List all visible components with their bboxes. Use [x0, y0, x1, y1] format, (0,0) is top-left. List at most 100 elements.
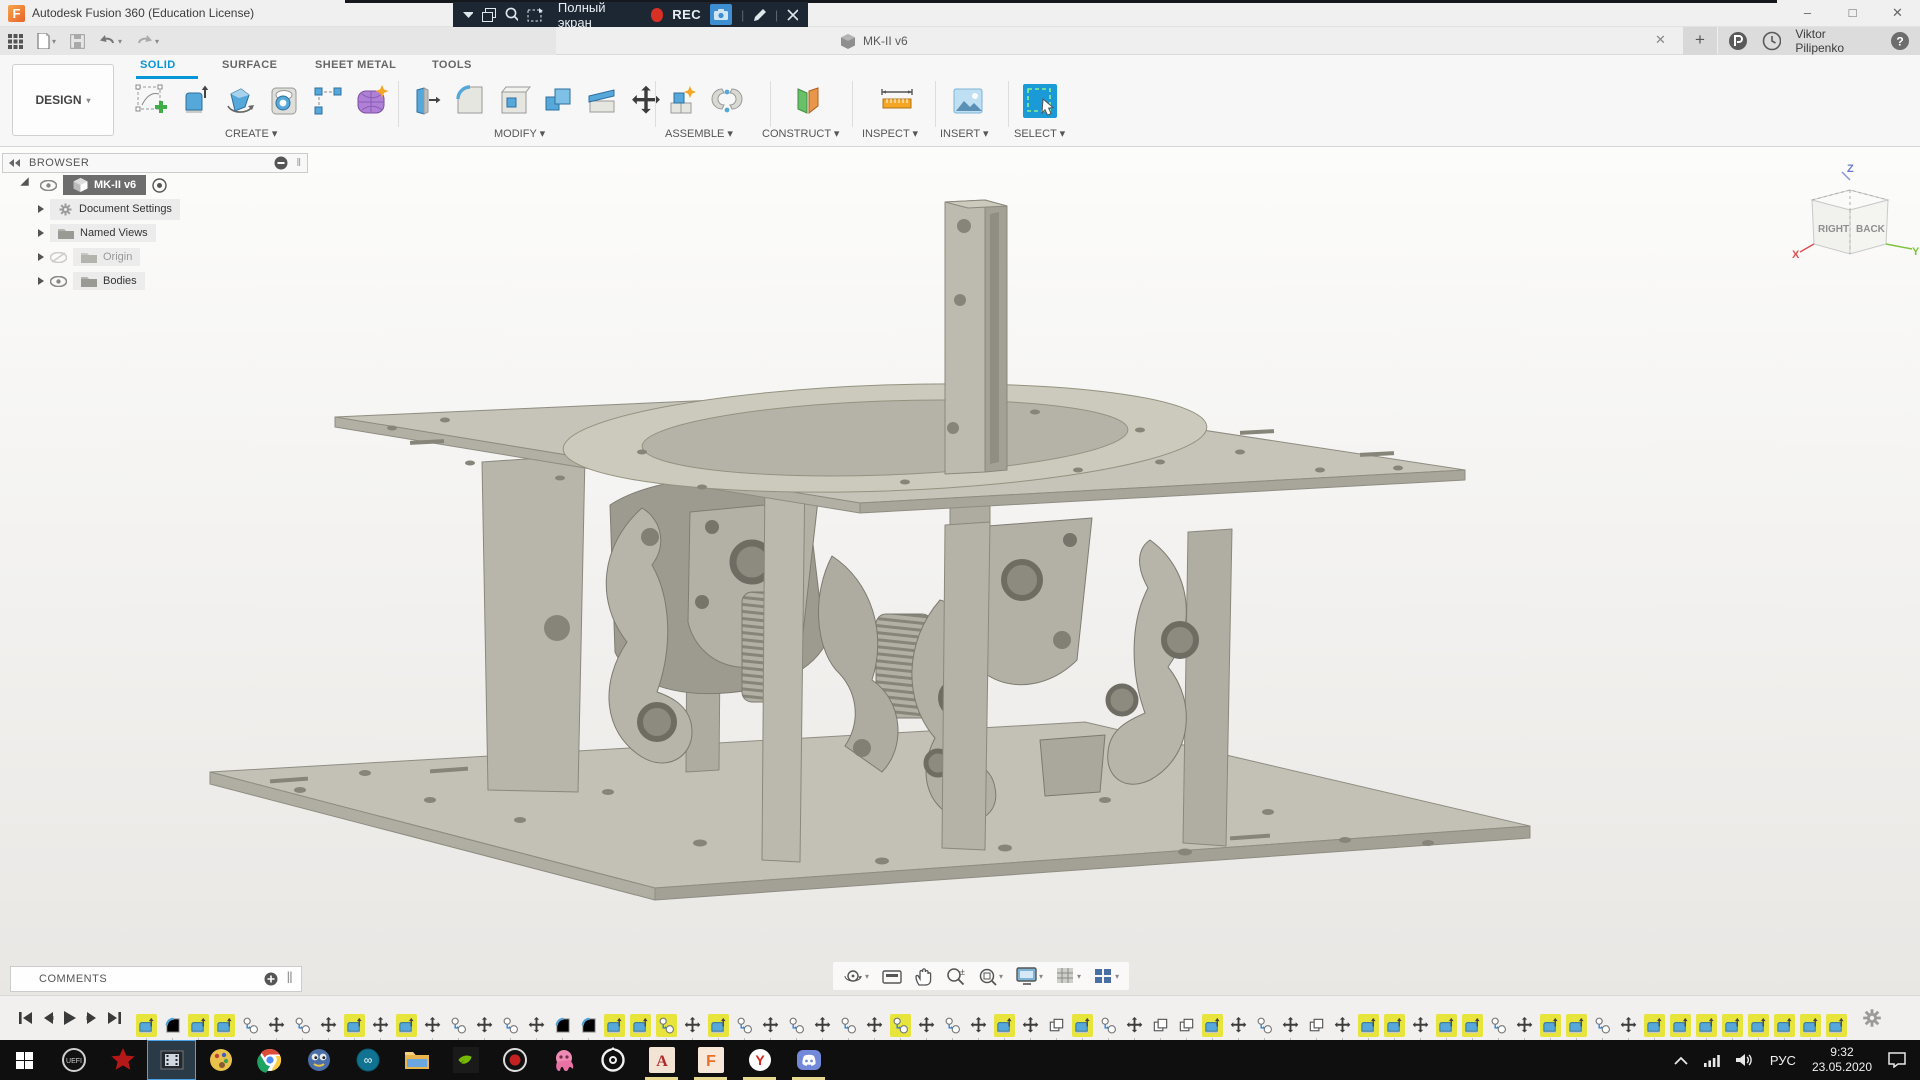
- hide-panel-icon[interactable]: [274, 156, 288, 170]
- visibility-eye-icon[interactable]: [50, 276, 67, 287]
- timeline-feature-extrude[interactable]: [1202, 1014, 1223, 1037]
- taskbar-app-start[interactable]: [0, 1040, 49, 1080]
- timeline-feature-extrude[interactable]: [1358, 1014, 1379, 1037]
- skip-start-icon[interactable]: [18, 1011, 33, 1025]
- zoom-icon[interactable]: ±: [946, 967, 965, 986]
- timeline-feature-extrude[interactable]: [1540, 1014, 1561, 1037]
- timeline-feature-joint[interactable]: [1254, 1014, 1275, 1037]
- timeline-feature-extrude[interactable]: [1774, 1014, 1795, 1037]
- timeline-feature-extrude[interactable]: [994, 1014, 1015, 1037]
- timeline-feature-move[interactable]: [1228, 1014, 1249, 1037]
- expander-icon[interactable]: [20, 177, 36, 193]
- timeline-feature-joint[interactable]: [500, 1014, 521, 1037]
- timeline-feature-extrude[interactable]: [396, 1014, 417, 1037]
- timeline-feature-joint[interactable]: [890, 1014, 911, 1037]
- view-cube[interactable]: Z RIGHT BACK X Y: [1790, 162, 1920, 272]
- comments-panel[interactable]: COMMENTS ‖: [10, 966, 302, 992]
- expander-icon[interactable]: [38, 205, 44, 213]
- timeline-feature-joint[interactable]: [838, 1014, 859, 1037]
- taskbar-app-gimp[interactable]: [294, 1040, 343, 1080]
- timeline-settings-gear-icon[interactable]: [1861, 1007, 1883, 1029]
- timeline-feature-extrude[interactable]: [188, 1014, 209, 1037]
- action-center-icon[interactable]: [1888, 1052, 1906, 1068]
- timeline-feature-fillet[interactable]: [162, 1014, 183, 1037]
- expand-comments-icon[interactable]: [264, 972, 278, 986]
- timeline-feature-move[interactable]: [760, 1014, 781, 1037]
- timeline-feature-move[interactable]: [474, 1014, 495, 1037]
- timeline-feature-extrude[interactable]: [1800, 1014, 1821, 1037]
- timeline-feature-extrude[interactable]: [136, 1014, 157, 1037]
- timeline-feature-joint[interactable]: [734, 1014, 755, 1037]
- timeline-feature-extrude[interactable]: [708, 1014, 729, 1037]
- taskbar-app-explorer[interactable]: [392, 1040, 441, 1080]
- timeline-feature-joint[interactable]: [1488, 1014, 1509, 1037]
- timeline-feature-move[interactable]: [864, 1014, 885, 1037]
- taskbar-app-discord[interactable]: [784, 1040, 833, 1080]
- activate-radio-icon[interactable]: [152, 178, 167, 193]
- taskbar-app-obs[interactable]: [490, 1040, 539, 1080]
- timeline-feature-extrude[interactable]: [1696, 1014, 1717, 1037]
- step-forward-icon[interactable]: [86, 1011, 98, 1025]
- timeline-feature-pattern[interactable]: [1306, 1014, 1327, 1037]
- volume-icon[interactable]: [1736, 1053, 1754, 1067]
- timeline-feature-move[interactable]: [812, 1014, 833, 1037]
- chevron-up-icon[interactable]: [1674, 1056, 1688, 1065]
- timeline-feature-joint[interactable]: [292, 1014, 313, 1037]
- orbit-icon[interactable]: ▾: [843, 967, 869, 985]
- timeline-feature-pattern[interactable]: [1150, 1014, 1171, 1037]
- panel-grip[interactable]: ‖: [296, 157, 301, 169]
- taskbar-app-red-star[interactable]: [98, 1040, 147, 1080]
- timeline-feature-move[interactable]: [526, 1014, 547, 1037]
- timeline-feature-joint[interactable]: [786, 1014, 807, 1037]
- taskbar-app-autocad[interactable]: A: [637, 1040, 686, 1080]
- taskbar-app-uefi[interactable]: UEFI: [49, 1040, 98, 1080]
- timeline-feature-extrude[interactable]: [214, 1014, 235, 1037]
- timeline-feature-extrude[interactable]: [1722, 1014, 1743, 1037]
- timeline-feature-fillet[interactable]: [578, 1014, 599, 1037]
- timeline-feature-extrude[interactable]: [1644, 1014, 1665, 1037]
- browser-item-named-views[interactable]: Named Views: [2, 221, 308, 245]
- timeline-feature-extrude[interactable]: [1826, 1014, 1847, 1037]
- browser-item-document-settings[interactable]: Document Settings: [2, 197, 308, 221]
- timeline-feature-extrude[interactable]: [1072, 1014, 1093, 1037]
- taskbar-app-pink-app[interactable]: [539, 1040, 588, 1080]
- taskbar-app-yandex[interactable]: Y: [735, 1040, 784, 1080]
- viewports-icon[interactable]: ▾: [1094, 968, 1119, 985]
- collapse-panel-icon[interactable]: [9, 159, 21, 167]
- browser-item-origin[interactable]: Origin: [2, 245, 308, 269]
- timeline-feature-move[interactable]: [1332, 1014, 1353, 1037]
- timeline-feature-move[interactable]: [1514, 1014, 1535, 1037]
- timeline-feature-move[interactable]: [1020, 1014, 1041, 1037]
- timeline-feature-extrude[interactable]: [1384, 1014, 1405, 1037]
- timeline-feature-fillet[interactable]: [552, 1014, 573, 1037]
- timeline-feature-extrude[interactable]: [1462, 1014, 1483, 1037]
- timeline-feature-extrude[interactable]: [1436, 1014, 1457, 1037]
- browser-root-row[interactable]: MK-II v6: [2, 173, 308, 197]
- taskbar-app-movie-app[interactable]: [147, 1040, 196, 1080]
- timeline-feature-extrude[interactable]: [630, 1014, 651, 1037]
- network-icon[interactable]: [1704, 1054, 1720, 1067]
- timeline-feature-move[interactable]: [916, 1014, 937, 1037]
- taskbar-app-paint[interactable]: [196, 1040, 245, 1080]
- taskbar-app-arduino[interactable]: ∞: [343, 1040, 392, 1080]
- timeline-feature-pattern[interactable]: [1046, 1014, 1067, 1037]
- taskbar-app-fusion360[interactable]: F: [686, 1040, 735, 1080]
- timeline-feature-move[interactable]: [1280, 1014, 1301, 1037]
- pan-icon[interactable]: [915, 967, 933, 986]
- timeline-feature-move[interactable]: [682, 1014, 703, 1037]
- grid-icon[interactable]: ▾: [1056, 967, 1081, 985]
- step-back-icon[interactable]: [42, 1011, 54, 1025]
- clock[interactable]: 9:32 23.05.2020: [1812, 1045, 1872, 1075]
- timeline-feature-move[interactable]: [318, 1014, 339, 1037]
- fit-icon[interactable]: ▾: [978, 967, 1003, 986]
- timeline-feature-extrude[interactable]: [1748, 1014, 1769, 1037]
- timeline-feature-joint[interactable]: [448, 1014, 469, 1037]
- expander-icon[interactable]: [38, 253, 44, 261]
- display-settings-icon[interactable]: ▾: [1016, 967, 1043, 985]
- expander-icon[interactable]: [38, 277, 44, 285]
- visibility-off-icon[interactable]: [50, 252, 67, 263]
- taskbar-app-nvidia[interactable]: [441, 1040, 490, 1080]
- timeline-feature-extrude[interactable]: [1566, 1014, 1587, 1037]
- language-indicator[interactable]: РУС: [1770, 1053, 1796, 1068]
- timeline-feature-joint[interactable]: [942, 1014, 963, 1037]
